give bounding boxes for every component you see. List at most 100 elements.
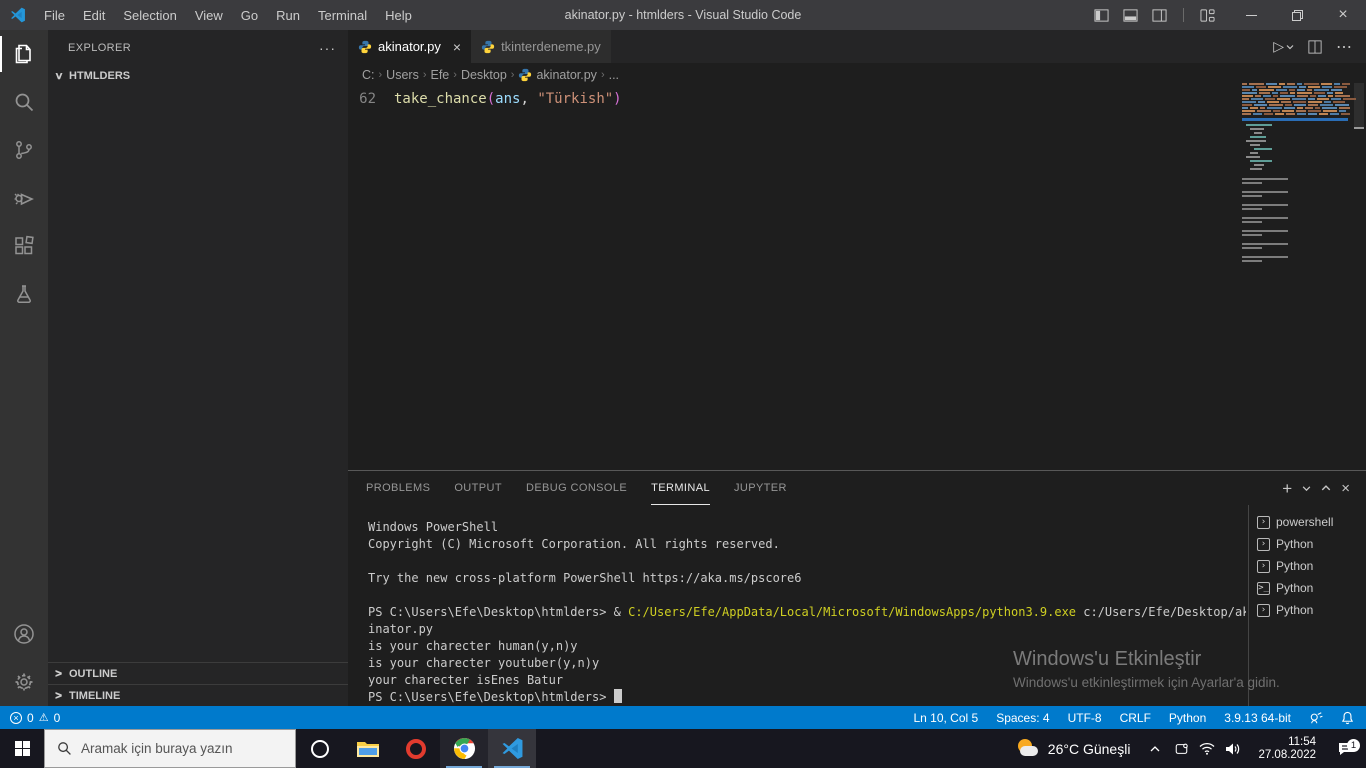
activity-source-control-icon[interactable] <box>0 126 48 174</box>
tray-chevron-up-icon[interactable] <box>1142 743 1168 755</box>
restore-button[interactable] <box>1274 0 1320 30</box>
status-utf-8[interactable]: UTF-8 <box>1068 711 1102 725</box>
screen: File Edit Selection View Go Run Terminal Help a… <box>0 0 1366 768</box>
code-area[interactable]: 62 take_chance(ans, "Türkish") <box>348 89 1366 109</box>
menu-run[interactable]: Run <box>267 0 309 30</box>
minimap-line <box>1257 110 1271 112</box>
start-button[interactable] <box>0 729 44 768</box>
menu-file[interactable]: File <box>35 0 74 30</box>
taskbar-app-file-explorer[interactable] <box>344 729 392 768</box>
panel-tab-jupyter[interactable]: JUPYTER <box>734 471 787 505</box>
terminal-instance-python[interactable]: >_ Python <box>1249 577 1366 599</box>
status-spaces[interactable]: Spaces: 4 <box>996 711 1049 725</box>
close-panel-icon[interactable]: × <box>1341 480 1350 497</box>
breadcrumb-item[interactable]: Efe <box>431 68 450 82</box>
panel-tab-problems[interactable]: PROBLEMS <box>366 471 430 505</box>
taskbar-app-chrome[interactable] <box>440 729 488 768</box>
breadcrumb-item[interactable]: ... <box>609 68 619 82</box>
breadcrumb-item[interactable]: akinator.py <box>518 68 597 82</box>
breadcrumb-item[interactable]: Users <box>386 68 419 82</box>
breadcrumb-item[interactable]: C: <box>362 68 375 82</box>
minimap-line <box>1242 221 1262 223</box>
minimap-line <box>1297 89 1305 91</box>
minimap-line <box>1280 95 1295 97</box>
editor-scrollbar[interactable] <box>1354 83 1364 129</box>
activity-search-icon[interactable] <box>0 78 48 126</box>
windows-logo-icon <box>14 741 30 756</box>
minimap-line <box>1242 195 1262 197</box>
minimap-line <box>1242 256 1288 258</box>
terminal-text: PS C:\Users\Efe\Desktop\htmlders> <box>368 690 614 704</box>
taskbar-app-opera[interactable] <box>392 729 440 768</box>
toggle-sidebar-icon[interactable] <box>1094 8 1109 23</box>
activity-testing-icon[interactable] <box>0 270 48 318</box>
tray-wifi-icon[interactable] <box>1194 742 1220 755</box>
menu-selection[interactable]: Selection <box>114 0 185 30</box>
folder-htmlders[interactable]: ∨ HTMLDERS <box>48 65 348 87</box>
minimap-line <box>1259 92 1270 94</box>
minimap-line <box>1242 98 1249 100</box>
breadcrumb-item[interactable]: Desktop <box>461 68 507 82</box>
toggle-secondary-sidebar-icon[interactable] <box>1152 8 1167 23</box>
section-timeline[interactable]: ∨ TIMELINE <box>48 684 348 706</box>
terminal-instance-powershell[interactable]: › powershell <box>1249 511 1366 533</box>
new-terminal-icon[interactable]: + <box>1282 480 1292 497</box>
feedback-icon[interactable] <box>1309 711 1323 725</box>
status-crlf[interactable]: CRLF <box>1120 711 1151 725</box>
minimap-line <box>1308 104 1318 106</box>
minimap-line <box>1299 86 1306 88</box>
toggle-panel-icon[interactable] <box>1123 8 1138 23</box>
minimap-line <box>1250 152 1258 154</box>
minimap-line <box>1253 113 1262 115</box>
split-editor-icon[interactable] <box>1308 39 1322 54</box>
tab-akinator-py[interactable]: akinator.py × <box>348 30 472 63</box>
menu-help[interactable]: Help <box>376 0 421 30</box>
activity-explorer-icon[interactable] <box>0 30 48 78</box>
activity-accounts-icon[interactable] <box>0 610 48 658</box>
activity-extensions-icon[interactable] <box>0 222 48 270</box>
minimap-line <box>1250 144 1260 146</box>
taskbar-app-vscode[interactable] <box>488 729 536 768</box>
menu-view[interactable]: View <box>186 0 232 30</box>
terminal-output[interactable]: Windows PowerShell Copyright (C) Microsof… <box>348 511 1246 704</box>
menu-terminal[interactable]: Terminal <box>309 0 376 30</box>
weather-sun-cloud-icon <box>1016 738 1040 759</box>
terminal-instance-python[interactable]: › Python <box>1249 533 1366 555</box>
breadcrumb-label: Users <box>386 68 419 82</box>
terminal-instance-python[interactable]: › Python <box>1249 555 1366 577</box>
terminal-dropdown-icon[interactable] <box>1302 484 1311 493</box>
customize-layout-icon[interactable] <box>1200 8 1215 23</box>
tab-tkinterdeneme-py[interactable]: tkinterdeneme.py <box>471 30 611 63</box>
tray-tablet-icon[interactable] <box>1168 742 1194 756</box>
weather-widget[interactable]: 26°C Güneşli <box>1004 738 1143 759</box>
explorer-more-actions-icon[interactable]: ··· <box>319 40 336 56</box>
panel-tab-debug-console[interactable]: DEBUG CONSOLE <box>526 471 627 505</box>
menu-go[interactable]: Go <box>232 0 267 30</box>
action-center-button[interactable]: 1 <box>1326 738 1366 757</box>
tab-close-icon[interactable]: × <box>453 39 461 55</box>
taskbar-search-input[interactable]: Aramak için buraya yazın <box>44 729 296 768</box>
status-python[interactable]: Python <box>1169 711 1206 725</box>
maximize-panel-icon[interactable] <box>1321 483 1331 493</box>
status-ln[interactable]: Ln 10, Col 5 <box>913 711 978 725</box>
problems-status[interactable]: × 0 ⚠ 0 <box>0 711 60 725</box>
activity-run-debug-icon[interactable] <box>0 174 48 222</box>
section-outline[interactable]: ∨ OUTLINE <box>48 662 348 684</box>
terminal-line: inator.py <box>368 621 1246 638</box>
tray-volume-icon[interactable] <box>1220 742 1246 756</box>
chevron-right-icon: ∨ <box>53 668 65 679</box>
close-button[interactable]: × <box>1320 0 1366 30</box>
notifications-bell-icon[interactable] <box>1341 711 1354 725</box>
menu-edit[interactable]: Edit <box>74 0 114 30</box>
clock[interactable]: 11:54 27.08.2022 <box>1246 736 1326 762</box>
more-actions-icon[interactable]: ⋯ <box>1336 37 1352 57</box>
run-python-file-button[interactable]: ▷ <box>1273 38 1294 55</box>
terminal-instance-python[interactable]: › Python <box>1249 599 1366 621</box>
minimap[interactable] <box>1242 83 1364 262</box>
taskbar-app-cortana[interactable] <box>296 729 344 768</box>
minimize-button[interactable] <box>1228 0 1274 30</box>
panel-tab-output[interactable]: OUTPUT <box>454 471 502 505</box>
panel-tab-terminal[interactable]: TERMINAL <box>651 471 710 505</box>
activity-settings-icon[interactable] <box>0 658 48 706</box>
status-3.9.13[interactable]: 3.9.13 64-bit <box>1224 711 1291 725</box>
